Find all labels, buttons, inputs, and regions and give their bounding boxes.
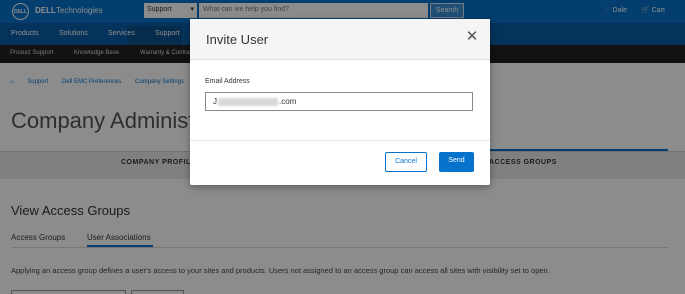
email-prefix: J <box>213 97 217 106</box>
dialog-footer-divider <box>190 140 490 141</box>
email-suffix: .com <box>279 97 297 106</box>
dialog-header: Invite User ✕ <box>190 19 490 60</box>
close-icon[interactable]: ✕ <box>465 29 479 44</box>
invite-user-dialog: Invite User ✕ Email Address J .com Cancel… <box>190 19 490 185</box>
email-field-label: Email Address <box>205 78 250 85</box>
email-field[interactable]: J .com <box>205 92 473 111</box>
dialog-title: Invite User <box>206 32 269 47</box>
send-button[interactable]: Send <box>439 152 474 172</box>
cancel-button[interactable]: Cancel <box>385 152 427 172</box>
email-redacted <box>218 97 278 106</box>
